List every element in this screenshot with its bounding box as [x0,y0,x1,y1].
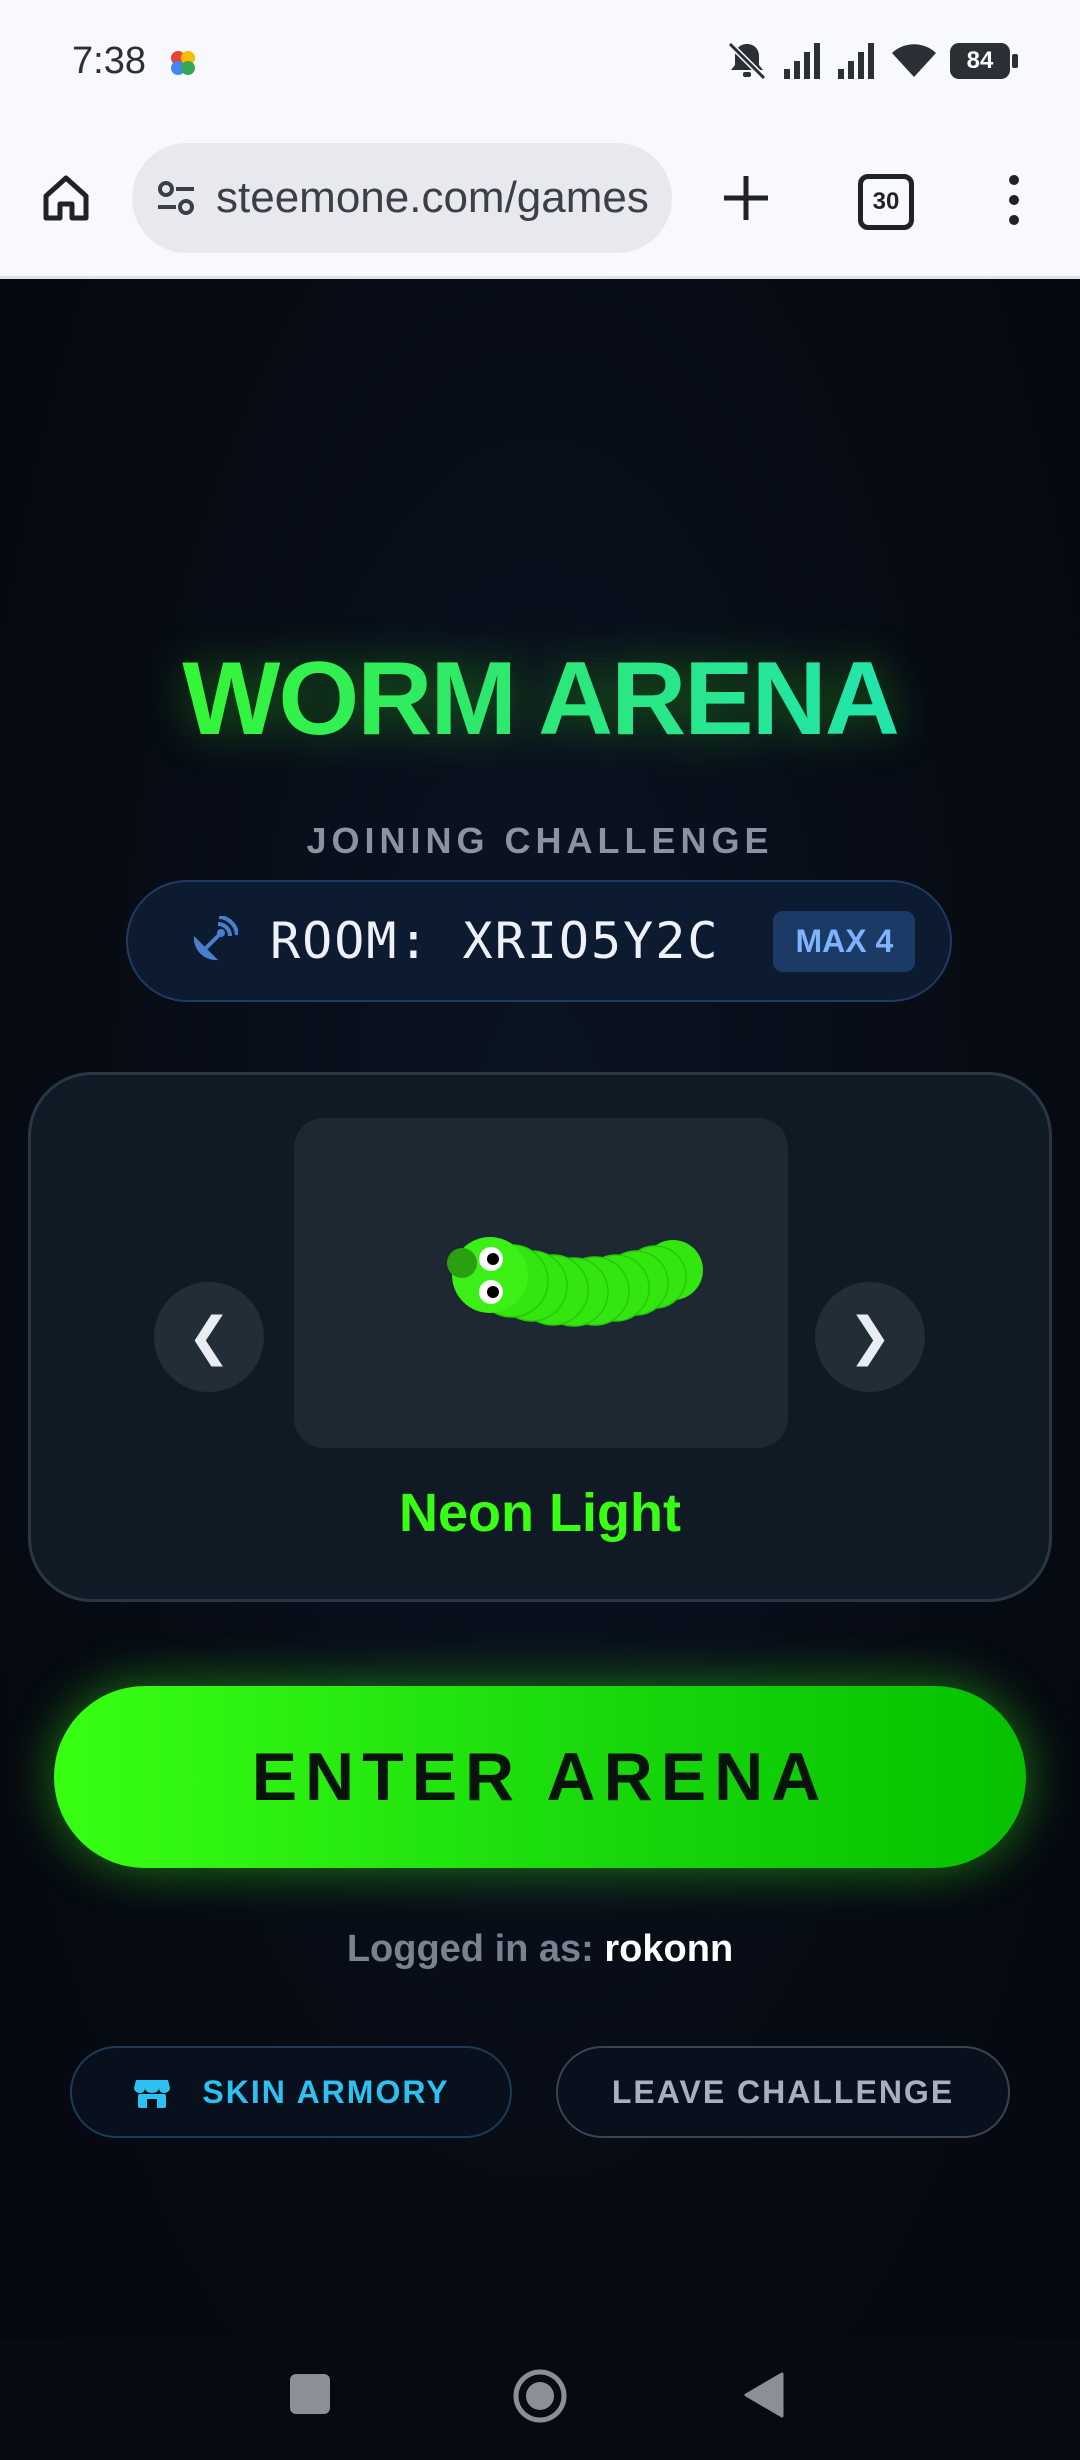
more-menu-icon[interactable] [1000,170,1028,230]
skin-name: Neon Light [399,1483,681,1543]
next-skin-button[interactable]: ❯ [815,1282,925,1392]
room-info: ROOM: XRIO5Y2C MAX 4 [126,880,952,1002]
leave-challenge-button[interactable]: LEAVE CHALLENGE [556,2046,1010,2138]
game-title: WORM ARENA [0,640,1080,759]
home-circle-icon[interactable] [512,2368,568,2424]
satellite-dish-icon [193,916,238,961]
previous-skin-button[interactable]: ❮ [154,1282,264,1392]
enter-arena-button[interactable]: ENTER ARENA [54,1686,1026,1868]
tab-switcher-button[interactable]: 30 [858,174,914,230]
mute-icon [727,41,767,81]
battery-icon: 84 [950,43,1018,79]
logged-in-info: Logged in as: rokonn [0,1928,1080,1971]
back-icon[interactable] [742,2370,786,2420]
joining-subtitle: JOINING CHALLENGE [306,820,774,861]
signal-icon [838,43,874,79]
status-time: 7:38 [72,40,146,82]
logged-in-label: Logged in as: [346,1928,594,1970]
new-tab-icon[interactable] [718,170,774,226]
url-text: steemone.com/games [216,173,649,222]
store-icon [134,2080,171,2108]
address-bar[interactable]: steemone.com/games [132,143,672,253]
skin-armory-label: SKIN ARMORY [202,2073,450,2110]
status-icons: 84 [724,36,1018,86]
home-icon[interactable] [38,170,94,226]
wifi-icon [892,44,936,77]
room-code: ROOM: XRIO5Y2C [270,912,720,970]
signal-icon [784,43,820,79]
max-players-badge: MAX 4 [773,910,916,972]
username: rokonn [604,1928,734,1970]
photos-pinwheel-icon [171,51,195,75]
site-settings-icon[interactable] [154,176,198,220]
recents-icon[interactable] [290,2374,330,2414]
skin-armory-button[interactable]: SKIN ARMORY [70,2046,512,2138]
worm-skin-image [447,1237,703,1327]
